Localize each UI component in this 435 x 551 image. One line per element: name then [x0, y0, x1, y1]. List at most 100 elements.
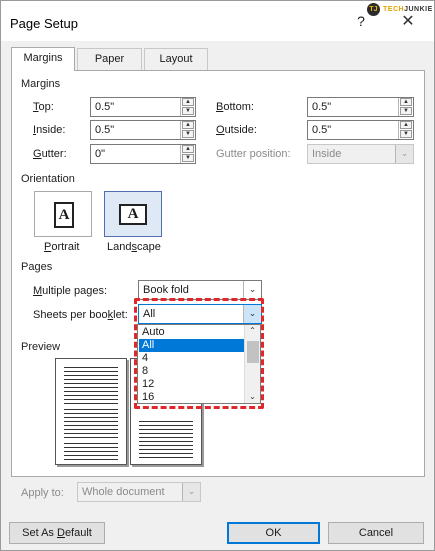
inside-margin-value[interactable]: 0.5" — [95, 124, 114, 136]
preview-text-line — [139, 429, 193, 430]
spin-up-icon[interactable]: ▲ — [400, 98, 412, 106]
ok-button[interactable]: OK — [227, 522, 320, 544]
preview-text-line — [139, 421, 193, 422]
landscape-button[interactable]: A — [104, 191, 162, 237]
chevron-down-icon: ⌄ — [395, 145, 413, 163]
preview-text-line — [64, 447, 118, 448]
outside-margin-spinner[interactable]: 0.5" ▲ ▼ — [307, 120, 414, 140]
list-item[interactable]: Auto — [139, 326, 245, 339]
gutter-position-value: Inside — [312, 148, 342, 160]
spin-down-icon[interactable]: ▼ — [182, 130, 194, 138]
top-margin-value[interactable]: 0.5" — [95, 101, 114, 113]
list-item[interactable]: 8 — [139, 365, 245, 378]
sheets-per-booklet-list[interactable]: Auto All 4 8 12 16 ⌃ ⌄ — [137, 324, 261, 404]
preview-text-line — [64, 383, 118, 384]
list-item[interactable]: 12 — [139, 378, 245, 391]
preview-text-line — [139, 437, 193, 438]
list-scrollbar[interactable]: ⌃ ⌄ — [244, 325, 260, 403]
gutter-position-dropdown: Inside ⌄ — [307, 144, 414, 164]
spin-down-icon[interactable]: ▼ — [182, 107, 194, 115]
gutter-label: Gutter: — [33, 148, 67, 160]
sheets-per-booklet-value: All — [143, 308, 156, 320]
apply-to-value: Whole document — [82, 486, 165, 498]
tab-layout[interactable]: Layout — [144, 48, 208, 70]
apply-to-label: Apply to: — [21, 487, 64, 499]
preview-text-line — [139, 445, 193, 446]
orientation-group-label: Orientation — [21, 173, 75, 185]
preview-text-line — [64, 417, 118, 418]
multiple-pages-label: Multiple pages: — [33, 285, 107, 297]
preview-text-line — [64, 421, 118, 422]
apply-to-dropdown: Whole document ⌄ — [77, 482, 201, 502]
top-margin-label: Top: — [33, 101, 54, 113]
sheets-per-booklet-dropdown[interactable]: All ⌄ — [138, 304, 262, 324]
preview-group-label: Preview — [21, 341, 61, 353]
spin-down-icon[interactable]: ▼ — [182, 154, 194, 162]
inside-margin-label: Inside: — [33, 124, 66, 136]
scroll-up-icon[interactable]: ⌃ — [245, 325, 260, 337]
tab-margins[interactable]: Margins — [11, 47, 75, 71]
scroll-thumb[interactable] — [247, 341, 259, 363]
portrait-button[interactable]: A — [34, 191, 92, 237]
inside-margin-spinner[interactable]: 0.5" ▲ ▼ — [90, 120, 196, 140]
tab-paper[interactable]: Paper — [77, 48, 142, 70]
preview-text-line — [64, 387, 118, 388]
top-margin-spinner[interactable]: 0.5" ▲ ▼ — [90, 97, 196, 117]
chevron-down-icon[interactable]: ⌄ — [243, 281, 261, 299]
pages-group-label: Pages — [21, 261, 53, 273]
preview-text-line — [64, 429, 118, 430]
preview-text-line — [139, 457, 193, 458]
preview-text-line — [64, 437, 118, 438]
spin-up-icon[interactable]: ▲ — [182, 121, 194, 129]
dialog-title: Page Setup — [10, 16, 78, 31]
preview-text-line — [64, 399, 118, 400]
page-setup-dialog: Page Setup TJ TECHJUNKIE ? ✕ Margins Pap… — [0, 0, 435, 551]
gutter-value[interactable]: 0" — [95, 148, 105, 160]
landscape-label: Landscape — [107, 241, 161, 253]
spin-down-icon[interactable]: ▼ — [400, 107, 412, 115]
close-icon[interactable]: ✕ — [397, 11, 419, 33]
spin-up-icon[interactable]: ▲ — [400, 121, 412, 129]
outside-margin-label: Outside: — [216, 124, 257, 136]
help-button[interactable]: ? — [353, 13, 369, 31]
scroll-down-icon[interactable]: ⌄ — [245, 391, 260, 403]
cancel-button[interactable]: Cancel — [328, 522, 424, 544]
preview-text-line — [64, 433, 118, 434]
list-item[interactable]: 4 — [139, 352, 245, 365]
spin-up-icon[interactable]: ▲ — [182, 145, 194, 153]
bottom-margin-label: Bottom: — [216, 101, 254, 113]
preview-text-line — [139, 449, 193, 450]
gutter-spinner[interactable]: 0" ▲ ▼ — [90, 144, 196, 164]
list-item-selected[interactable]: All — [139, 339, 245, 352]
preview-text-line — [64, 459, 118, 460]
spin-down-icon[interactable]: ▼ — [400, 130, 412, 138]
preview-text-line — [64, 409, 118, 410]
preview-text-line — [64, 379, 118, 380]
preview-text-line — [64, 395, 118, 396]
outside-margin-value[interactable]: 0.5" — [312, 124, 331, 136]
preview-text-line — [64, 371, 118, 372]
preview-text-line — [139, 425, 193, 426]
landscape-icon: A — [119, 204, 147, 225]
preview-page-left — [55, 358, 127, 465]
set-as-default-button[interactable]: Set As Default — [9, 522, 105, 544]
spin-up-icon[interactable]: ▲ — [182, 98, 194, 106]
gutter-position-label: Gutter position: — [216, 148, 291, 160]
preview-text-line — [64, 451, 118, 452]
preview-text-line — [64, 391, 118, 392]
preview-text-line — [139, 433, 193, 434]
bottom-margin-spinner[interactable]: 0.5" ▲ ▼ — [307, 97, 414, 117]
preview-text-line — [139, 453, 193, 454]
multiple-pages-dropdown[interactable]: Book fold ⌄ — [138, 280, 262, 300]
preview-text-line — [64, 367, 118, 368]
chevron-down-icon: ⌄ — [182, 483, 200, 501]
list-item[interactable]: 16 — [139, 391, 245, 403]
multiple-pages-value: Book fold — [143, 284, 189, 296]
preview-text-line — [64, 425, 118, 426]
bottom-margin-value[interactable]: 0.5" — [312, 101, 331, 113]
title-bar: Page Setup TJ TECHJUNKIE ? ✕ — [1, 1, 434, 41]
chevron-down-icon[interactable]: ⌄ — [243, 305, 261, 323]
margins-group-label: Margins — [21, 78, 61, 90]
preview-text-line — [139, 441, 193, 442]
preview-text-line — [64, 403, 118, 404]
